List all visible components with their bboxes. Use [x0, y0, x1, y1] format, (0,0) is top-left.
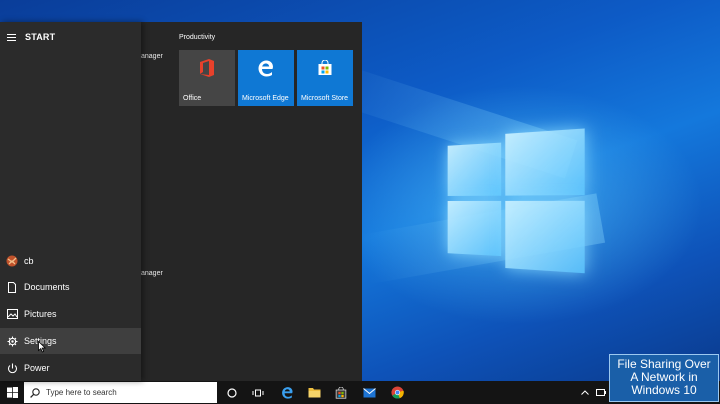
start-rail: START cb Documents Pictures Settings Pow… [0, 22, 141, 381]
store-icon [317, 59, 333, 78]
chrome-icon[interactable] [385, 381, 409, 404]
rail-item-label: Pictures [24, 309, 57, 319]
start-title: START [25, 32, 56, 42]
office-icon [198, 58, 216, 80]
document-icon [0, 281, 24, 293]
rail-item-label: cb [24, 256, 34, 266]
start-menu: START cb Documents Pictures Settings Pow… [0, 22, 362, 381]
file-explorer-icon[interactable] [302, 381, 326, 404]
taskbar-search-box[interactable] [24, 382, 217, 403]
search-icon [30, 387, 40, 398]
tile-label: Microsoft Store [301, 95, 349, 102]
hamburger-menu-icon[interactable] [7, 34, 16, 41]
start-button[interactable] [0, 381, 24, 404]
taskbar-store-icon[interactable] [329, 381, 353, 404]
rail-item-pictures[interactable]: Pictures [0, 301, 141, 327]
taskbar-edge-icon[interactable] [275, 381, 299, 404]
chevron-up-icon[interactable] [578, 381, 592, 404]
app-list-item-partial[interactable]: anager [141, 270, 163, 277]
edge-icon [257, 59, 275, 79]
task-view-icon[interactable] [247, 381, 269, 404]
power-icon [0, 363, 24, 374]
search-input[interactable] [46, 388, 206, 397]
mail-icon[interactable] [357, 381, 381, 404]
app-list-item-partial[interactable]: anager [141, 53, 163, 60]
windows-logo [444, 121, 590, 283]
tile-group-title: Productivity [179, 34, 216, 41]
cortana-icon[interactable] [221, 381, 243, 404]
video-caption-overlay: File Sharing Over A Network in Windows 1… [609, 354, 719, 402]
pictures-icon [0, 309, 24, 319]
rail-item-label: Documents [24, 282, 70, 292]
tile-microsoft-edge[interactable]: Microsoft Edge [238, 50, 294, 106]
rail-item-settings[interactable]: Settings [0, 328, 141, 354]
tile-office[interactable]: Office [179, 50, 235, 106]
rail-item-user[interactable]: cb [0, 248, 141, 274]
windows-start-icon [6, 387, 18, 398]
gear-icon [0, 336, 24, 347]
rail-item-label: Power [24, 363, 50, 373]
tile-label: Office [183, 95, 202, 102]
rail-item-documents[interactable]: Documents [0, 274, 141, 300]
caption-line: Windows 10 [631, 383, 697, 397]
mouse-cursor-icon [38, 341, 46, 353]
tile-label: Microsoft Edge [242, 95, 289, 102]
rail-item-power[interactable]: Power [0, 355, 141, 381]
user-avatar-icon [0, 255, 24, 267]
tile-microsoft-store[interactable]: Microsoft Store [297, 50, 353, 106]
battery-icon[interactable] [594, 381, 608, 404]
